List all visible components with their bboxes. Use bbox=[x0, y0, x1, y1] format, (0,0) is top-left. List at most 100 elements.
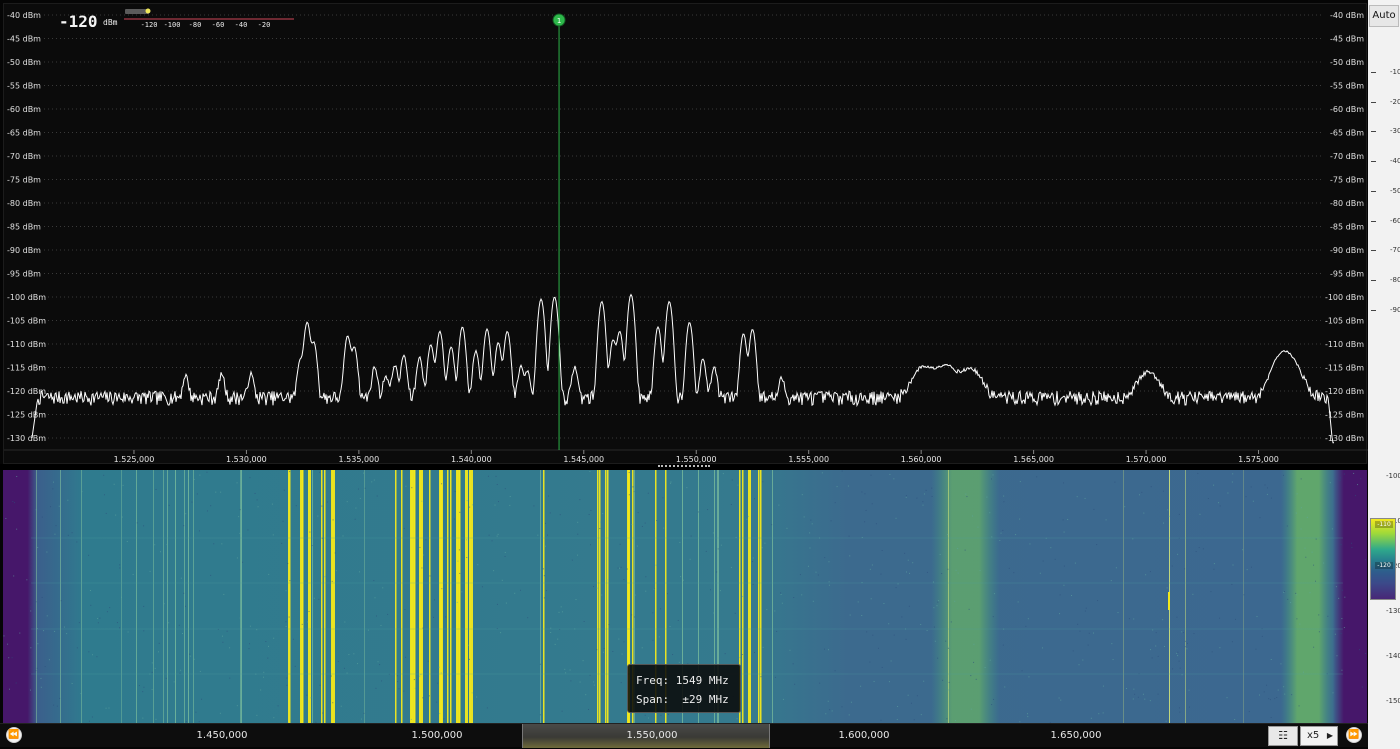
faint-line bbox=[540, 470, 541, 723]
bottom-freq-label: 1.450,000 bbox=[196, 730, 248, 741]
signal-line bbox=[465, 470, 468, 723]
db-label-right: -80 dBm bbox=[1330, 199, 1364, 208]
frequency-tooltip: Freq: 1549 MHz Span: ±29 MHz bbox=[627, 664, 741, 713]
scale-tick-mark bbox=[1371, 131, 1376, 133]
faint-line bbox=[364, 470, 365, 723]
marker-label: 1 bbox=[557, 17, 561, 25]
waterfall-scale-label: -100 bbox=[1386, 472, 1400, 480]
db-label-left: -55 dBm bbox=[7, 82, 41, 91]
scale-tick-mark bbox=[1371, 101, 1376, 103]
waterfall-scale-label: -130 bbox=[1386, 607, 1400, 615]
waterfall-scale-label: -140 bbox=[1386, 652, 1400, 660]
spectrum-scale-label: -20 bbox=[1390, 97, 1400, 106]
signal-line bbox=[1185, 470, 1186, 723]
db-label-left: -75 dBm bbox=[7, 176, 41, 185]
signal-line bbox=[748, 470, 751, 723]
signal-line bbox=[302, 470, 304, 723]
db-label-right: -50 dBm bbox=[1330, 58, 1364, 67]
faint-line bbox=[60, 470, 61, 723]
db-label-right: -60 dBm bbox=[1330, 105, 1364, 114]
faint-line bbox=[312, 470, 313, 723]
db-label-right: -65 dBm bbox=[1330, 129, 1364, 138]
signal-line bbox=[459, 470, 461, 723]
scale-tick-mark bbox=[1371, 309, 1376, 311]
signal-line bbox=[440, 470, 443, 723]
faint-line bbox=[121, 470, 122, 723]
spectrum-plot[interactable]: -40 dBm -40 dBm -45 dBm -45 dBm -50 dBm -50 d… bbox=[4, 4, 1368, 465]
freq-label: 1.575,000 bbox=[1238, 455, 1279, 464]
db-label-left: -70 dBm bbox=[7, 152, 41, 161]
freq-label: 1.530,000 bbox=[226, 455, 267, 464]
level-meter-tick: -20 bbox=[258, 21, 271, 29]
color-range-slider[interactable]: -110 -120 bbox=[1370, 518, 1396, 600]
freq-label: 1.545,000 bbox=[563, 455, 604, 464]
db-label-left: -110 dBm bbox=[7, 340, 46, 349]
level-meter-tick: -100 bbox=[164, 21, 181, 29]
signal-line bbox=[401, 470, 403, 723]
level-meter-tick: -60 bbox=[212, 21, 225, 29]
spectrum-scale-label: -60 bbox=[1390, 216, 1400, 225]
freq-label: 1.565,000 bbox=[1013, 455, 1054, 464]
db-label-left: -90 dBm bbox=[7, 246, 41, 255]
db-label-right: -70 dBm bbox=[1330, 152, 1364, 161]
level-meter-tick: -40 bbox=[235, 21, 248, 29]
level-meter-scale: -120 -100 -80 -60 -40 -20 bbox=[124, 8, 294, 29]
freq-label: 1.540,000 bbox=[451, 455, 492, 464]
faint-line bbox=[184, 470, 185, 723]
faint-line bbox=[193, 470, 194, 723]
zoom-arrow-icon[interactable]: ▶ bbox=[1327, 727, 1333, 745]
spectrum-panel[interactable]: -40 dBm -40 dBm -45 dBm -45 dBm -50 dBm -50 d… bbox=[3, 3, 1368, 465]
db-label-left: -80 dBm bbox=[7, 199, 41, 208]
scroll-right-icon[interactable]: ⏩ bbox=[1346, 727, 1362, 743]
signal-line bbox=[324, 470, 326, 723]
signal-line bbox=[450, 470, 452, 723]
db-label-left: -105 dBm bbox=[7, 317, 46, 326]
db-label-right: -40 dBm bbox=[1330, 11, 1364, 20]
db-label-left: -45 dBm bbox=[7, 35, 41, 44]
faint-line bbox=[240, 470, 241, 723]
sdr-spectrum-app: -40 dBm -40 dBm -45 dBm -45 dBm -50 dBm -50 d… bbox=[0, 0, 1400, 749]
faint-line bbox=[188, 470, 189, 723]
signal-line bbox=[420, 470, 423, 723]
signal-line bbox=[607, 470, 609, 723]
faint-line bbox=[241, 470, 242, 723]
colorbar-high-label: -110 bbox=[1375, 521, 1393, 528]
scale-tick-mark bbox=[1371, 72, 1376, 73]
spectrum-scale-label: -10 bbox=[1390, 68, 1400, 76]
scale-tick-mark bbox=[1371, 190, 1376, 192]
db-label-left: -85 dBm bbox=[7, 223, 41, 232]
faint-line bbox=[163, 470, 164, 723]
spectrum-scale-label: -90 bbox=[1390, 305, 1400, 314]
splitter-handle[interactable] bbox=[658, 465, 710, 469]
waterfall-hump bbox=[931, 470, 1000, 723]
db-label-right: -115 dBm bbox=[1325, 364, 1364, 373]
db-label-left: -65 dBm bbox=[7, 129, 41, 138]
zoom-select[interactable]: x5 ▶ bbox=[1300, 726, 1338, 746]
signal-line bbox=[1123, 470, 1124, 723]
faint-line bbox=[81, 470, 82, 723]
freq-label: 1.550,000 bbox=[676, 455, 717, 464]
waterfall-frequency-axis[interactable]: ⏪ 1.450,000 1.500,000 1.550,000 1.600,000 1.… bbox=[0, 723, 1368, 748]
db-label-left: -40 dBm bbox=[7, 11, 41, 20]
db-label-left: -100 dBm bbox=[7, 293, 46, 302]
db-label-right: -105 dBm bbox=[1325, 317, 1364, 326]
spectrum-scale-label: -50 bbox=[1390, 186, 1400, 195]
auto-scale-button[interactable]: Auto bbox=[1369, 5, 1399, 27]
freq-label: 1.560,000 bbox=[901, 455, 942, 464]
signal-line bbox=[470, 470, 473, 723]
spectrum-scale-label: -70 bbox=[1390, 246, 1400, 255]
db-label-right: -95 dBm bbox=[1330, 270, 1364, 279]
scroll-left-icon[interactable]: ⏪ bbox=[6, 727, 22, 743]
bottom-freq-label: 1.500,000 bbox=[411, 730, 463, 741]
signal-line bbox=[599, 470, 601, 723]
waterfall-hump bbox=[1281, 470, 1335, 723]
freq-label: 1.555,000 bbox=[788, 455, 829, 464]
faint-line bbox=[167, 470, 168, 723]
spectrum-trace bbox=[31, 293, 1334, 444]
db-label-right: -75 dBm bbox=[1330, 176, 1364, 185]
layers-icon[interactable]: ☷ bbox=[1268, 726, 1298, 746]
signal-line bbox=[543, 470, 545, 723]
signal-line bbox=[308, 470, 311, 723]
spectrum-scale-label: -40 bbox=[1390, 157, 1400, 166]
level-meter-tick: -120 bbox=[141, 21, 158, 29]
